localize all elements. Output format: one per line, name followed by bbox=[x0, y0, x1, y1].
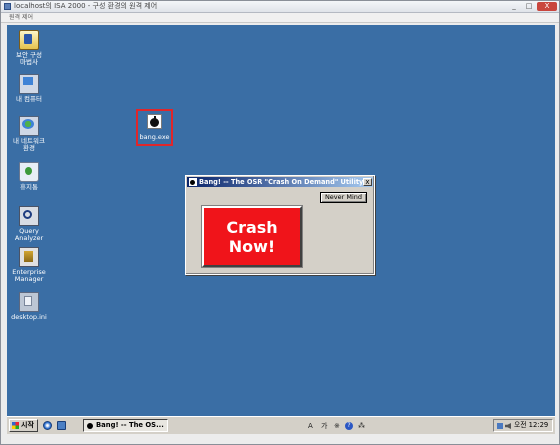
show-desktop-icon[interactable] bbox=[57, 421, 66, 430]
desktop-icon-network-places[interactable]: 내 네트워크 환경 bbox=[5, 116, 53, 152]
remote-control-icon bbox=[4, 3, 11, 10]
icon-label: Manager bbox=[14, 275, 44, 283]
start-label: 시작 bbox=[21, 421, 34, 429]
icon-label: 휴지통 bbox=[20, 183, 38, 191]
desktop-icon-security-wizard[interactable]: 보안 구성 마법사 bbox=[5, 30, 53, 66]
never-mind-button[interactable]: Never Mind bbox=[320, 192, 367, 203]
start-button[interactable]: 시작 bbox=[9, 419, 38, 432]
dialog-title: Bang! -- The OSR "Crash On Demand" Utili… bbox=[199, 178, 364, 186]
ime-settings-icon[interactable]: ※ bbox=[334, 422, 340, 430]
ime-english-indicator[interactable]: A bbox=[308, 422, 313, 430]
internet-explorer-icon[interactable] bbox=[43, 421, 52, 430]
desktop-icon-bang-exe[interactable]: bang.exe bbox=[136, 109, 173, 146]
volume-icon[interactable] bbox=[505, 423, 511, 429]
network-places-icon bbox=[19, 116, 39, 136]
security-wizard-icon bbox=[19, 30, 39, 50]
bomb-icon bbox=[147, 114, 162, 129]
desktop-icon-enterprise-manager[interactable]: Enterprise Manager bbox=[5, 247, 53, 283]
windows-logo-icon bbox=[12, 422, 19, 429]
clock[interactable]: 오전 12:29 bbox=[514, 420, 548, 431]
desktop[interactable]: 보안 구성 마법사 내 컴퓨터 내 네트워크 환경 휴지통 Query Anal… bbox=[7, 25, 555, 416]
menubar: 원격 제어 bbox=[1, 13, 559, 23]
dialog-titlebar[interactable]: Bang! -- The OSR "Crash On Demand" Utili… bbox=[187, 177, 373, 187]
desktop-icon-recycle-bin[interactable]: 휴지통 bbox=[5, 162, 53, 191]
desktop-icon-desktop-ini[interactable]: desktop.ini bbox=[5, 292, 53, 321]
ime-help-icon[interactable]: ? bbox=[345, 422, 353, 430]
maximize-button[interactable]: □ bbox=[522, 2, 536, 11]
window-titlebar[interactable]: localhost의 ISA 2000 - 구성 환경의 원격 제어 _ □ X bbox=[1, 1, 559, 13]
crash-label-line2: Now! bbox=[228, 236, 276, 256]
network-status-icon[interactable] bbox=[497, 423, 503, 429]
ini-file-icon bbox=[19, 292, 39, 312]
icon-label: 마법사 bbox=[20, 58, 38, 66]
bomb-icon bbox=[87, 423, 93, 429]
taskbar: 시작 Bang! -- The OS... A 가 ※ ? ⁂ 오전 12:29 bbox=[7, 416, 555, 434]
bomb-icon bbox=[189, 178, 197, 186]
icon-label: Analyzer bbox=[14, 234, 44, 242]
crash-label-line1: Crash bbox=[226, 217, 278, 237]
system-tray: 오전 12:29 bbox=[493, 419, 553, 432]
dialog-close-button[interactable]: x bbox=[363, 178, 372, 186]
taskbar-button-label: Bang! -- The OS... bbox=[96, 421, 164, 429]
crash-now-button[interactable]: Crash Now! bbox=[202, 206, 302, 267]
my-computer-icon bbox=[19, 74, 39, 94]
remote-desktop-window: localhost의 ISA 2000 - 구성 환경의 원격 제어 _ □ X… bbox=[0, 0, 560, 445]
bang-dialog: Bang! -- The OSR "Crash On Demand" Utili… bbox=[185, 175, 375, 275]
desktop-icon-query-analyzer[interactable]: Query Analyzer bbox=[5, 206, 53, 242]
icon-label: bang.exe bbox=[139, 133, 170, 141]
minimize-button[interactable]: _ bbox=[507, 2, 521, 11]
close-button[interactable]: X bbox=[537, 2, 557, 11]
desktop-icon-my-computer[interactable]: 내 컴퓨터 bbox=[5, 74, 53, 103]
window-controls: _ □ X bbox=[506, 2, 557, 11]
menu-remote-control[interactable]: 원격 제어 bbox=[9, 13, 33, 22]
recycle-bin-icon bbox=[19, 162, 39, 182]
ime-hangul-indicator[interactable]: 가 bbox=[321, 422, 327, 430]
query-analyzer-icon bbox=[19, 206, 39, 226]
icon-label: desktop.ini bbox=[11, 313, 47, 321]
taskbar-button-bang[interactable]: Bang! -- The OS... bbox=[83, 419, 168, 432]
icon-label: 환경 bbox=[23, 144, 35, 152]
enterprise-manager-icon bbox=[19, 247, 39, 267]
ime-options-icon[interactable]: ⁂ bbox=[358, 422, 365, 430]
window-title: localhost의 ISA 2000 - 구성 환경의 원격 제어 bbox=[14, 2, 158, 10]
icon-label: 내 컴퓨터 bbox=[16, 95, 42, 103]
